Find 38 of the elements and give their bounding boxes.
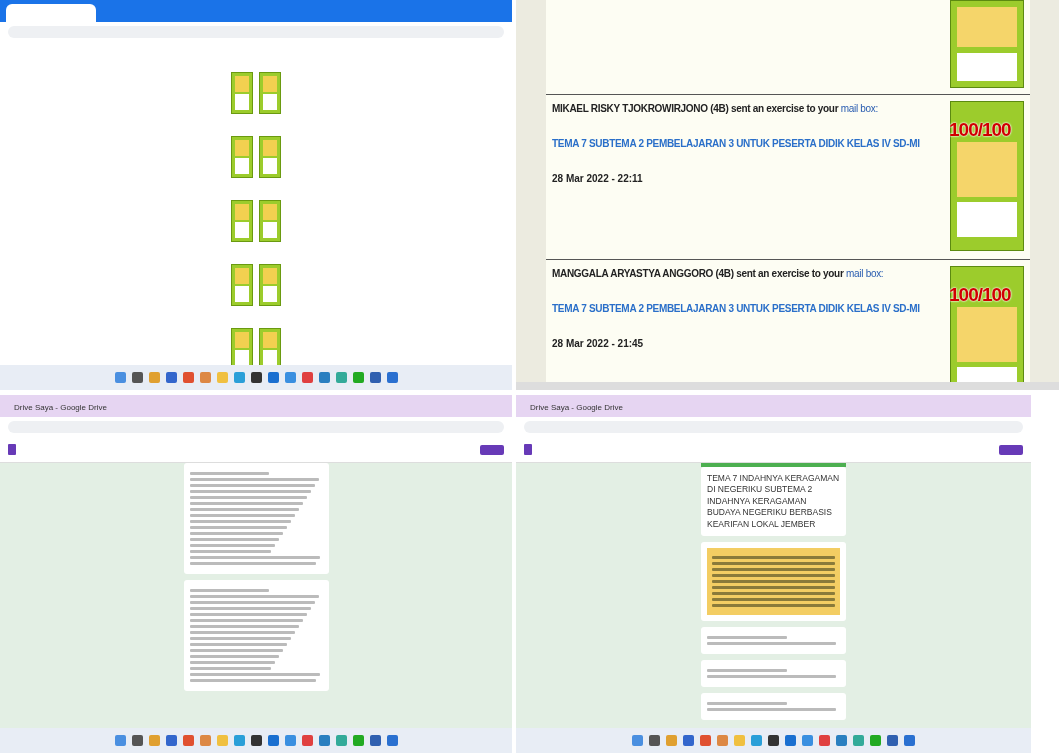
date-time: 28 Mar 2022 - 22:11 (552, 172, 644, 186)
mail-box-link[interactable]: mail box: (846, 268, 884, 279)
app-icon[interactable] (768, 735, 779, 746)
app-icon[interactable] (131, 372, 143, 383)
app-icon[interactable] (369, 372, 381, 383)
exercise-thumbnail[interactable] (259, 264, 281, 306)
app-icon[interactable] (250, 372, 262, 383)
send-button[interactable] (480, 444, 504, 455)
app-icon[interactable] (165, 372, 177, 383)
exercise-title-link[interactable]: TEMA 7 SUBTEMA 2 PEMBELAJARAN 3 UNTUK PESERTA DIDIK KELAS IV SD-MI (552, 136, 942, 151)
app-icon[interactable] (131, 735, 143, 746)
browser-tab[interactable]: Drive Saya - Google Drive (6, 399, 115, 417)
form-title: TEMA 7 INDAHNYA KERAGAMAN DI NEGERIKU SUBTEMA 2 INDAHNYA KERAGAMAN BUDAYA NEGERIKU BERBASIS KEARIFAN LOKAL JEMBER (707, 473, 840, 531)
app-icon[interactable] (165, 735, 177, 746)
browser-tab[interactable]: Drive Saya - Google Drive (522, 399, 631, 417)
exercise-thumbnail[interactable] (231, 72, 253, 114)
exercise-thumbnail[interactable] (950, 0, 1024, 88)
app-icon[interactable] (250, 735, 262, 746)
exercise-thumbnail[interactable] (231, 200, 253, 242)
send-button[interactable] (999, 444, 1023, 455)
score-text: 100/100 (949, 118, 1011, 142)
score-text: 100/100 (949, 283, 1011, 307)
mail-box-link[interactable]: mail box: (840, 103, 879, 114)
exercise-thumbnail[interactable] (259, 72, 281, 114)
forms-icon (8, 444, 16, 455)
forms-icon (524, 444, 532, 455)
sender-line: MANGGALA ARYASTYA ANGGORO (4B) sent an exercise to your mail box: (552, 267, 885, 281)
app-icon[interactable] (369, 735, 381, 746)
sender-line: MIKAEL RISKY TJOKROWIRJONO (4B) sent an exercise to your mail box: (552, 102, 880, 116)
exercise-thumbnail[interactable] (231, 136, 253, 178)
exercise-thumbnail[interactable] (259, 136, 281, 178)
exercise-thumbnail[interactable] (231, 328, 253, 365)
exercise-thumbnail[interactable] (259, 200, 281, 242)
exercise-thumbnail[interactable] (259, 328, 281, 365)
date-time: 28 Mar 2022 - 21:45 (552, 337, 645, 351)
exercise-title-link[interactable]: TEMA 7 SUBTEMA 2 PEMBELAJARAN 3 UNTUK PESERTA DIDIK KELAS IV SD-MI (552, 301, 942, 316)
horizontal-scrollbar[interactable] (516, 382, 1059, 390)
exercise-thumbnail[interactable] (231, 264, 253, 306)
